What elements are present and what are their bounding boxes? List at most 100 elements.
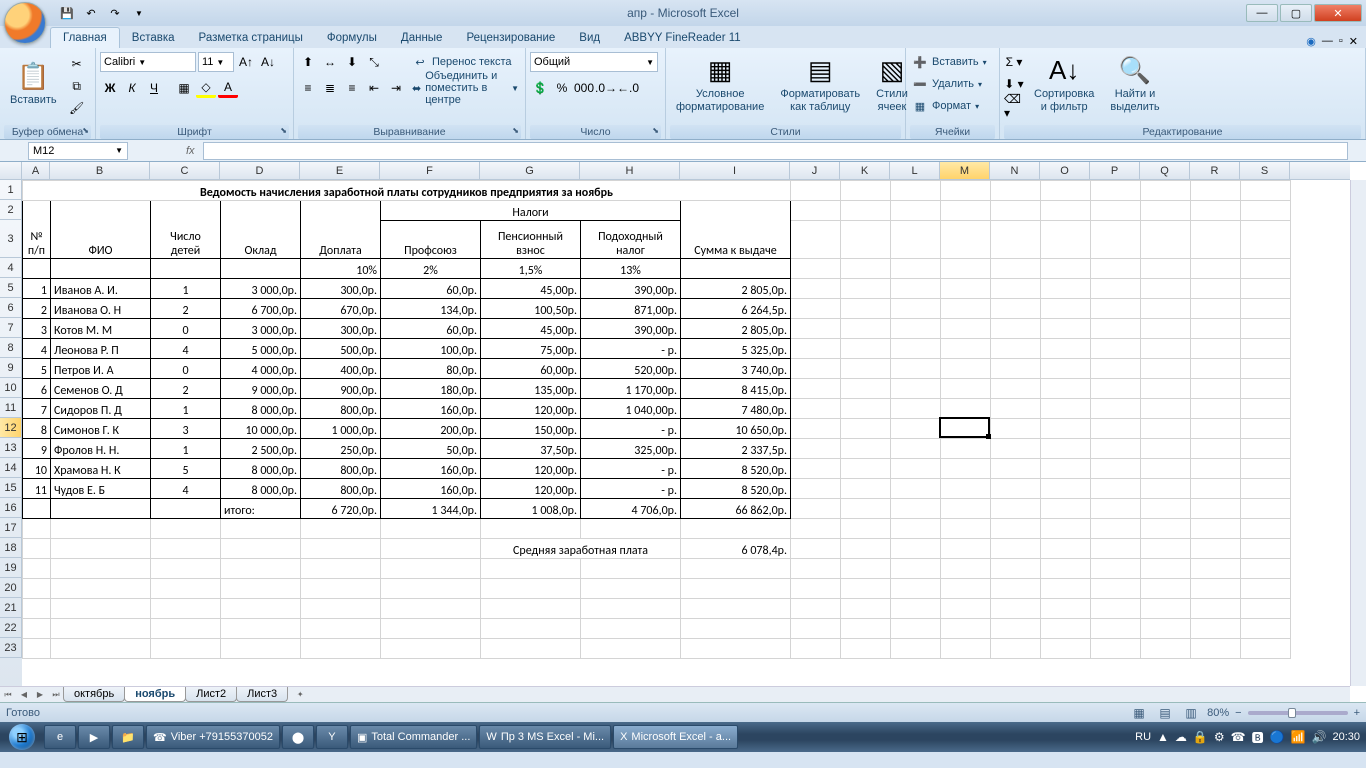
increase-decimal-icon[interactable]: .0→: [596, 78, 616, 98]
cell[interactable]: [891, 459, 941, 479]
cell[interactable]: [991, 201, 1041, 221]
zoom-out-icon[interactable]: −: [1235, 707, 1241, 719]
cell[interactable]: №п/п: [23, 201, 51, 259]
cell[interactable]: 8 000,0р.: [221, 459, 301, 479]
cell[interactable]: 8 520,0р.: [681, 459, 791, 479]
start-button[interactable]: ⊞: [2, 723, 42, 751]
cell[interactable]: [1041, 599, 1091, 619]
cell[interactable]: 1 344,0р.: [381, 499, 481, 519]
cell[interactable]: [581, 559, 681, 579]
format-as-table-button[interactable]: ▤Форматировать как таблицу: [774, 50, 866, 118]
cell[interactable]: [1191, 201, 1241, 221]
cell[interactable]: [991, 299, 1041, 319]
cell[interactable]: [1091, 201, 1141, 221]
cell[interactable]: [841, 619, 891, 639]
cell[interactable]: - р.: [581, 419, 681, 439]
cell[interactable]: [1041, 279, 1091, 299]
cell[interactable]: [791, 539, 841, 559]
cell[interactable]: [51, 579, 151, 599]
cell[interactable]: 120,00р.: [481, 459, 581, 479]
cell[interactable]: [1191, 559, 1241, 579]
increase-indent-icon[interactable]: ⇥: [386, 78, 406, 98]
taskbar-item[interactable]: Y: [316, 725, 348, 749]
align-middle-icon[interactable]: ↔: [320, 52, 340, 72]
cell[interactable]: [1191, 299, 1241, 319]
cell[interactable]: [1041, 221, 1091, 259]
cell[interactable]: [221, 579, 301, 599]
cell[interactable]: [891, 639, 941, 659]
delete-cells-button[interactable]: ➖Удалить▾: [910, 74, 989, 94]
cell[interactable]: [991, 459, 1041, 479]
cell[interactable]: 6 264,5р.: [681, 299, 791, 319]
cell[interactable]: [791, 339, 841, 359]
cell[interactable]: [991, 279, 1041, 299]
cell[interactable]: 250,0р.: [301, 439, 381, 459]
cell[interactable]: 200,0р.: [381, 419, 481, 439]
align-left-icon[interactable]: ≡: [298, 78, 318, 98]
cell[interactable]: [941, 479, 991, 499]
cell[interactable]: 6: [23, 379, 51, 399]
cell[interactable]: [1241, 379, 1291, 399]
cell[interactable]: [1191, 399, 1241, 419]
sheet-tab[interactable]: Лист3: [236, 687, 288, 702]
tab-page-layout[interactable]: Разметка страницы: [187, 28, 315, 48]
cell[interactable]: [681, 599, 791, 619]
cell[interactable]: 1,5%: [481, 259, 581, 279]
tab-nav-last-icon[interactable]: ⏭: [48, 688, 64, 702]
cell[interactable]: [1241, 519, 1291, 539]
cell[interactable]: 6 700,0р.: [221, 299, 301, 319]
cell[interactable]: [791, 519, 841, 539]
undo-icon[interactable]: ↶: [82, 4, 100, 22]
cell[interactable]: 400,0р.: [301, 359, 381, 379]
cell[interactable]: [1091, 439, 1141, 459]
cell[interactable]: 60,0р.: [381, 319, 481, 339]
cell[interactable]: [891, 181, 941, 201]
cell[interactable]: Семенов О. Д: [51, 379, 151, 399]
taskbar-item[interactable]: WПр 3 MS Excel - Mi...: [479, 725, 611, 749]
cell[interactable]: - р.: [581, 479, 681, 499]
cell[interactable]: [1191, 499, 1241, 519]
cell[interactable]: [581, 579, 681, 599]
cell[interactable]: 4: [151, 339, 221, 359]
cell[interactable]: 3: [23, 319, 51, 339]
cell[interactable]: [941, 279, 991, 299]
cell[interactable]: [1141, 559, 1191, 579]
cell[interactable]: 3 000,0р.: [221, 279, 301, 299]
cell[interactable]: [1091, 339, 1141, 359]
cell[interactable]: [51, 599, 151, 619]
cell[interactable]: [51, 559, 151, 579]
cell[interactable]: [1191, 619, 1241, 639]
cell[interactable]: Средняя заработная плата: [481, 539, 681, 559]
view-layout-icon[interactable]: ▤: [1155, 703, 1175, 723]
cell[interactable]: [891, 259, 941, 279]
cell[interactable]: [151, 639, 221, 659]
row-header[interactable]: 4: [0, 258, 22, 278]
cell[interactable]: [1041, 539, 1091, 559]
cell[interactable]: 45,00р.: [481, 279, 581, 299]
cell[interactable]: 871,00р.: [581, 299, 681, 319]
align-bottom-icon[interactable]: ⬇: [342, 52, 362, 72]
cell[interactable]: 6 720,0р.: [301, 499, 381, 519]
cell[interactable]: 300,0р.: [301, 279, 381, 299]
cell[interactable]: 7: [23, 399, 51, 419]
cell[interactable]: 180,0р.: [381, 379, 481, 399]
fill-icon[interactable]: ⬇ ▾: [1004, 74, 1024, 94]
cell[interactable]: [481, 639, 581, 659]
cell[interactable]: 2 805,0р.: [681, 319, 791, 339]
cell[interactable]: 10: [23, 459, 51, 479]
cell[interactable]: [1141, 579, 1191, 599]
format-cells-button[interactable]: ▦Формат▾: [910, 96, 989, 116]
row-header[interactable]: 23: [0, 638, 22, 658]
cell[interactable]: [1141, 359, 1191, 379]
cell[interactable]: 500,0р.: [301, 339, 381, 359]
cell[interactable]: [51, 499, 151, 519]
cell[interactable]: [1041, 499, 1091, 519]
cell[interactable]: [1041, 299, 1091, 319]
insert-cells-button[interactable]: ➕Вставить▾: [910, 52, 989, 72]
cell[interactable]: [1191, 319, 1241, 339]
col-header[interactable]: C: [150, 162, 220, 179]
cut-icon[interactable]: ✂: [67, 54, 87, 74]
cell[interactable]: [991, 319, 1041, 339]
help-icon[interactable]: ◉: [1306, 35, 1316, 48]
fx-icon[interactable]: fx: [186, 145, 195, 157]
